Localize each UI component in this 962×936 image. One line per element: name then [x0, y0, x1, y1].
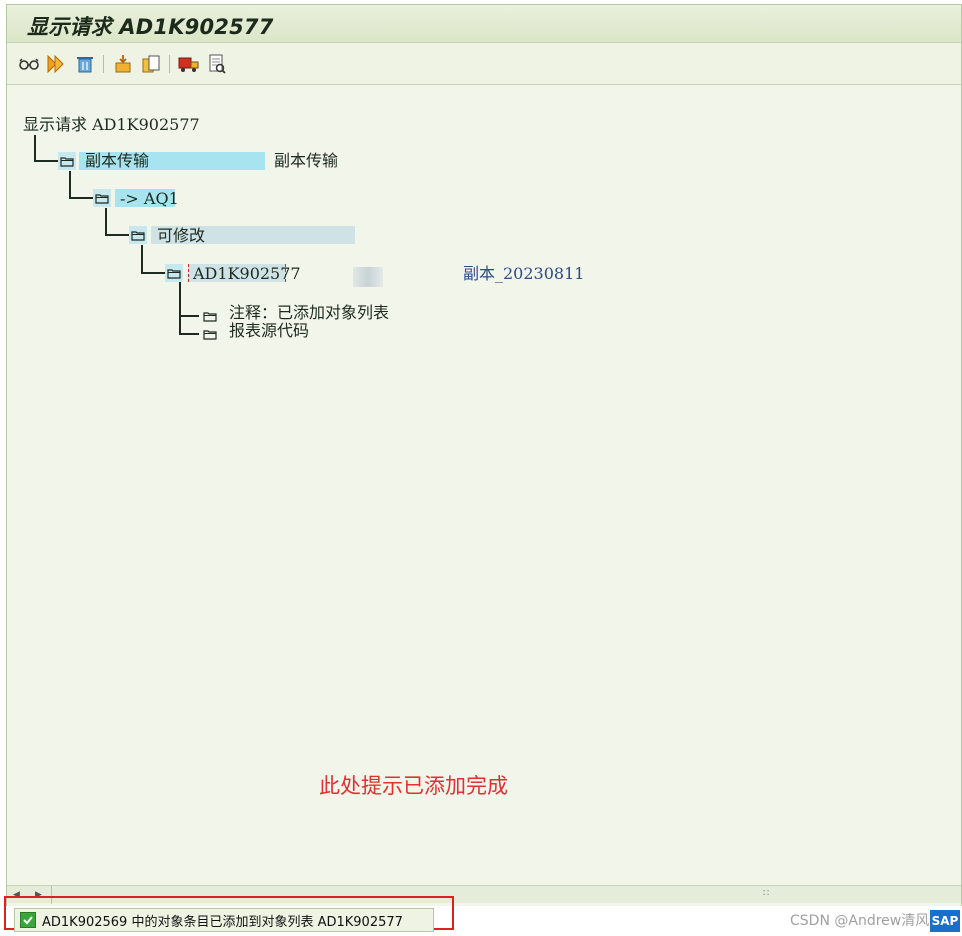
- annotation-text: 此处提示已添加完成: [319, 774, 508, 798]
- tree-connector: [179, 333, 199, 335]
- tree-node-label[interactable]: 副本传输: [85, 151, 149, 171]
- window-title: 显示请求 AD1K902577: [27, 15, 274, 39]
- blurred-owner: [353, 267, 383, 287]
- status-message: AD1K902569 中的对象条目已添加到对象列表 AD1K902577: [42, 914, 403, 930]
- copy-doc-icon[interactable]: [139, 52, 163, 76]
- sap-logo: SAP: [930, 910, 960, 932]
- folder-icon[interactable]: [203, 325, 217, 340]
- print-preview-icon[interactable]: [205, 52, 229, 76]
- tree-node-label[interactable]: 注释：已添加对象列表: [229, 303, 389, 323]
- tree-node-label[interactable]: 报表源代码: [229, 321, 309, 341]
- tree-connector: [69, 171, 71, 198]
- tree-connector: [34, 135, 36, 161]
- folder-icon[interactable]: [165, 264, 183, 282]
- folder-icon[interactable]: [129, 226, 147, 244]
- tree-connector: [141, 272, 165, 274]
- folder-icon[interactable]: [93, 189, 111, 207]
- tree-node-label[interactable]: AD1K902577: [193, 264, 301, 284]
- toolbar-separator: [103, 55, 104, 73]
- tree-connector: [105, 234, 129, 236]
- watermark: CSDN @Andrew清风: [790, 913, 930, 929]
- tree-root-label[interactable]: 显示请求 AD1K902577: [23, 115, 200, 135]
- delete-icon[interactable]: [73, 52, 97, 76]
- tree-connector: [34, 160, 58, 162]
- tree-node-description: 副本_20230811: [463, 264, 585, 283]
- tree-connector: [105, 208, 107, 235]
- object-list-icon[interactable]: [111, 52, 135, 76]
- status-bar: AD1K902569 中的对象条目已添加到对象列表 AD1K902577 CSD…: [4, 896, 962, 936]
- application-toolbar: [7, 43, 961, 85]
- sap-window: 显示请求 AD1K902577 显示请求 AD1K902577 副本传输 副本传…: [6, 4, 962, 908]
- tree-node-label[interactable]: -> AQ1: [120, 189, 179, 209]
- tree-node-description: 副本传输: [274, 151, 339, 170]
- execute-icon[interactable]: [45, 52, 69, 76]
- toolbar-separator: [169, 55, 170, 73]
- glasses-icon[interactable]: [17, 52, 41, 76]
- title-bar: 显示请求 AD1K902577: [7, 5, 961, 43]
- status-message-box[interactable]: AD1K902569 中的对象条目已添加到对象列表 AD1K902577: [14, 908, 434, 932]
- tree-connector: [141, 245, 143, 273]
- tree-connector: [179, 282, 181, 334]
- tree-node-label[interactable]: 可修改: [157, 226, 205, 246]
- success-check-icon: [20, 912, 36, 928]
- tree-connector: [179, 315, 199, 317]
- request-tree: 显示请求 AD1K902577 副本传输 副本传输 -> AQ1 可修改 AD1…: [7, 85, 961, 885]
- folder-icon[interactable]: [203, 307, 217, 322]
- tree-connector: [69, 197, 93, 199]
- transport-truck-icon[interactable]: [177, 52, 201, 76]
- resize-grip-icon[interactable]: ∷: [763, 888, 769, 899]
- folder-icon[interactable]: [58, 152, 76, 170]
